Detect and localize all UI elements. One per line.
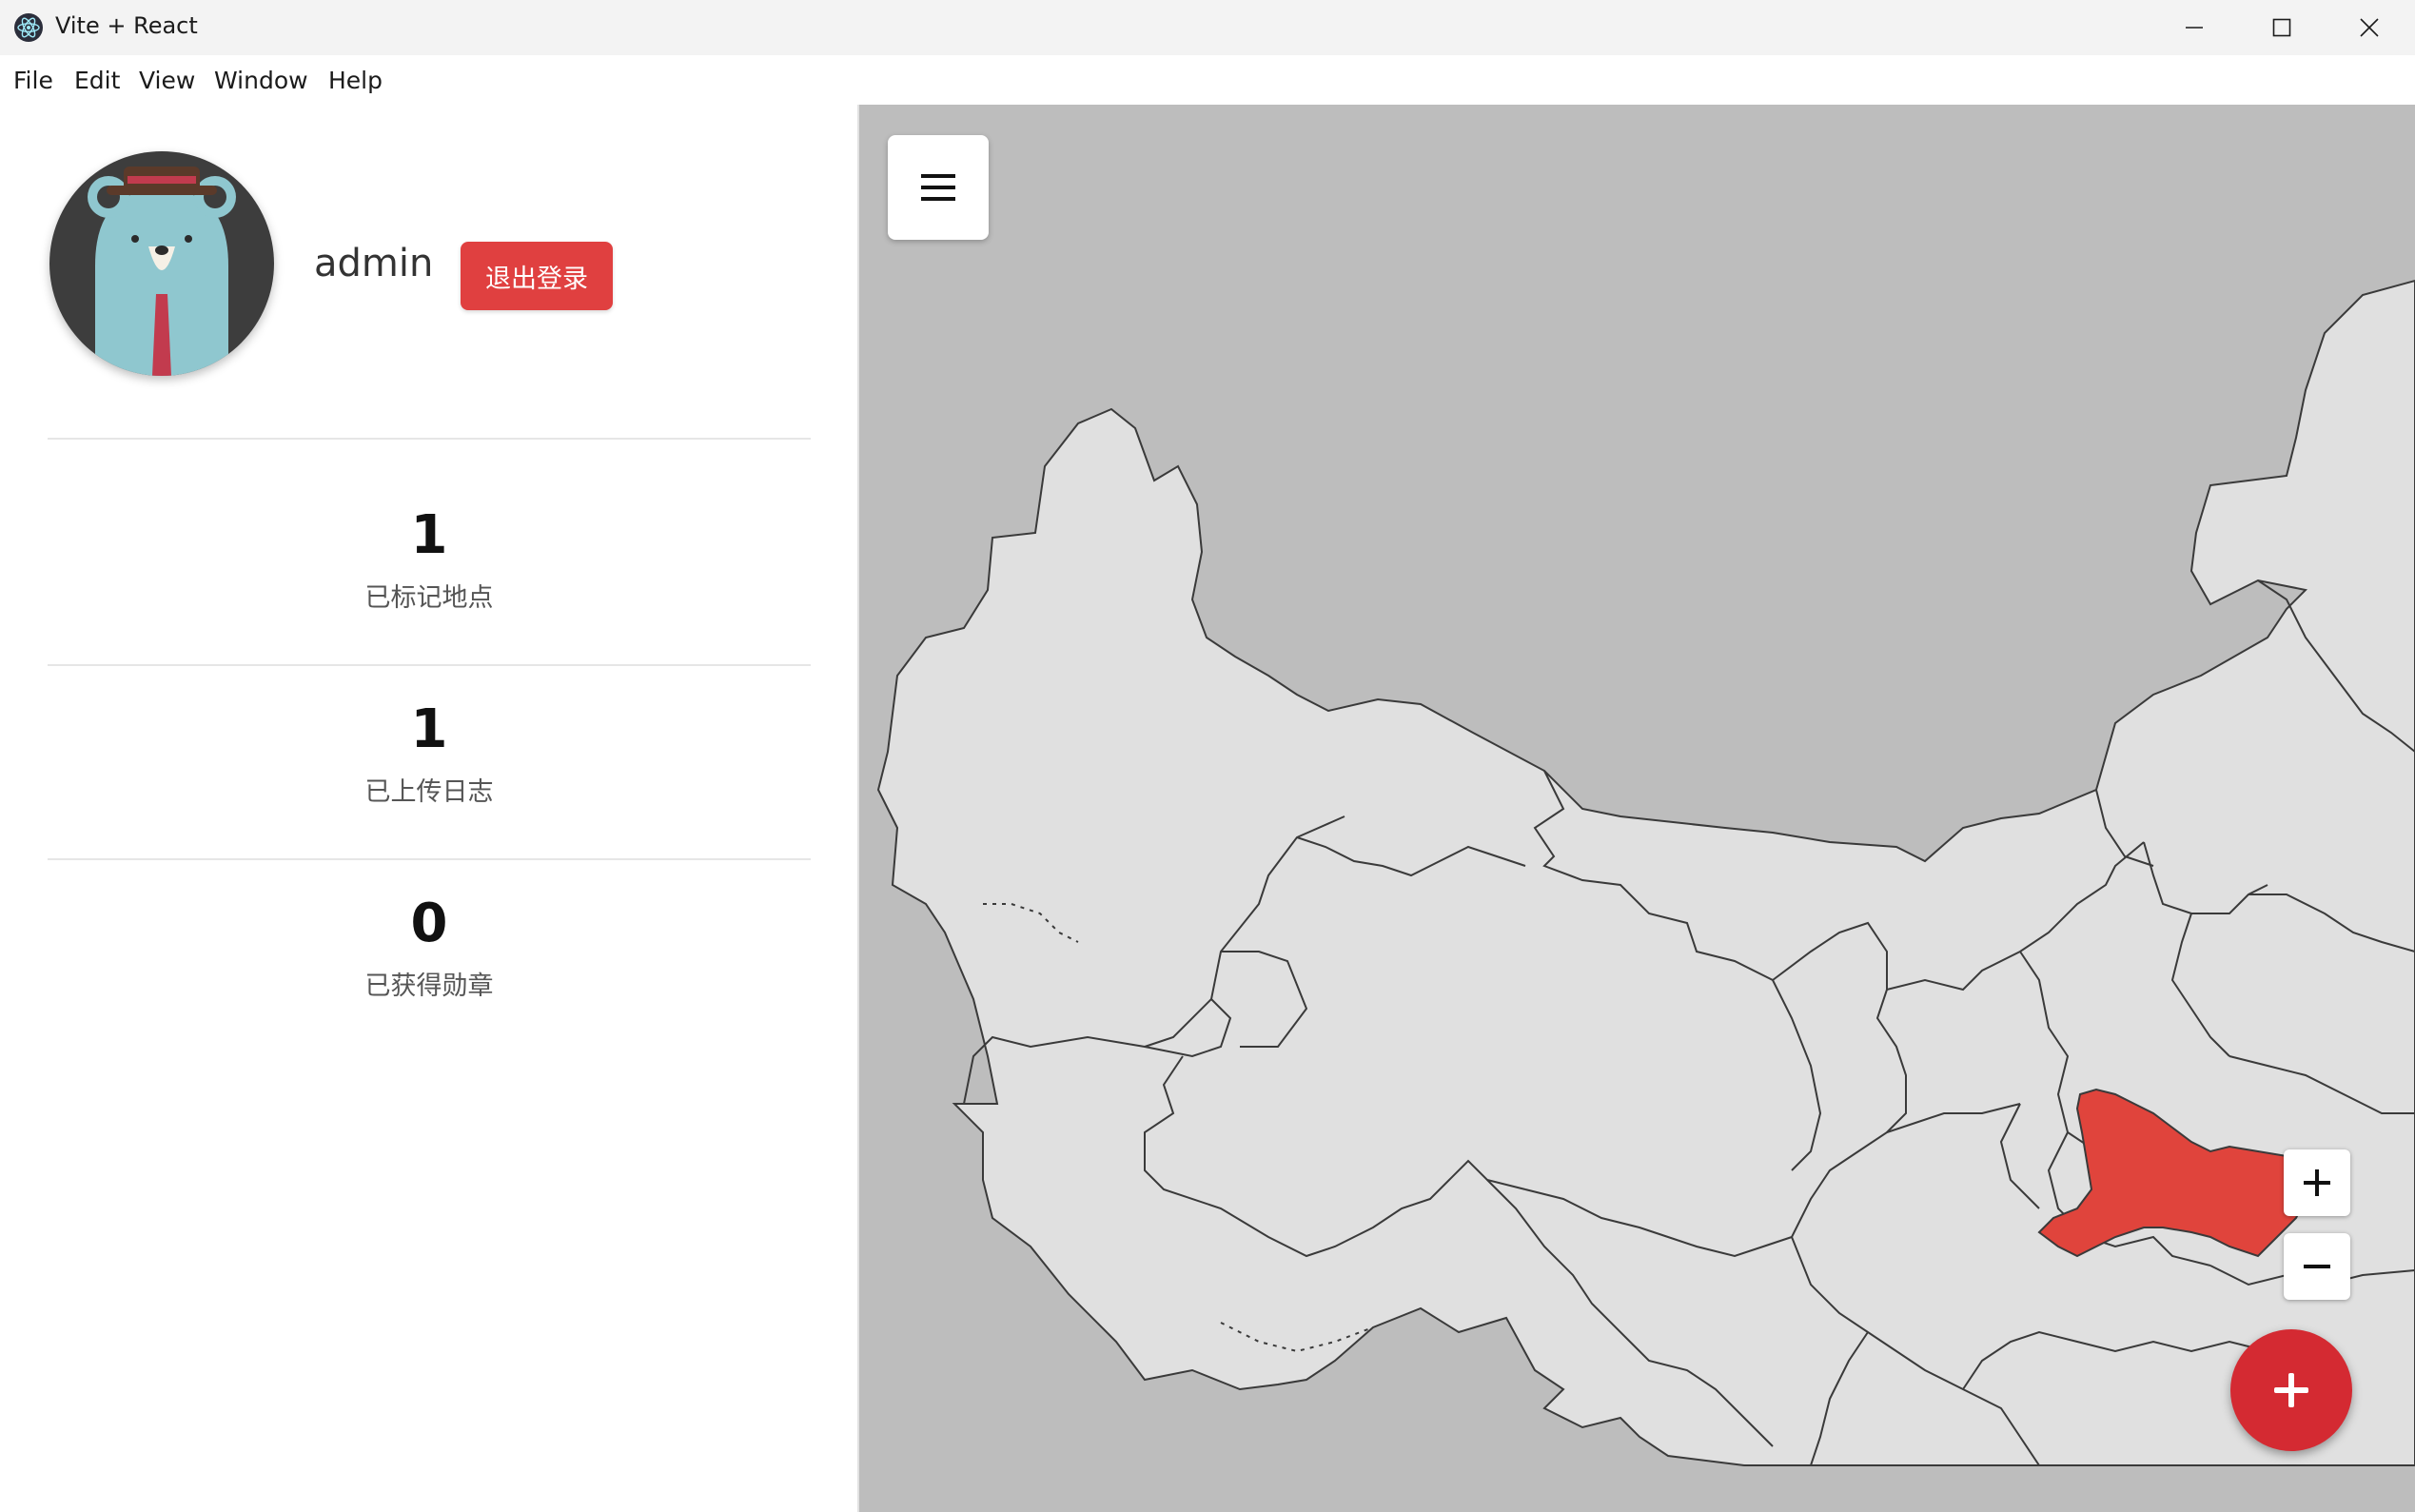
logout-button[interactable]: 退出登录 — [461, 242, 613, 310]
stat-badges: 0 已获得勋章 — [48, 893, 811, 1002]
menu-file[interactable]: File — [13, 67, 53, 94]
minimize-icon — [2186, 27, 2203, 29]
app-window: Vite + React File Edit View Window Help — [0, 0, 2415, 1512]
stat-label: 已上传日志 — [364, 777, 494, 807]
map-menu-toggle[interactable] — [888, 135, 989, 240]
stat-marked-places: 1 已标记地点 — [48, 504, 811, 614]
title-bar: Vite + React — [0, 0, 2415, 56]
menu-bar: File Edit View Window Help — [0, 55, 2415, 105]
maximize-icon — [2272, 18, 2291, 37]
divider — [48, 858, 811, 860]
stat-value: 0 — [410, 893, 448, 954]
close-icon — [2360, 18, 2379, 37]
electron-app-icon — [14, 13, 43, 42]
window-title: Vite + React — [55, 12, 198, 39]
add-place-button[interactable] — [2230, 1329, 2352, 1451]
bear-avatar-image — [49, 151, 274, 376]
avatar[interactable] — [49, 151, 274, 376]
menu-help[interactable]: Help — [328, 67, 383, 94]
divider — [48, 438, 811, 440]
zoom-out-button[interactable] — [2284, 1233, 2350, 1300]
close-button[interactable] — [2326, 0, 2413, 55]
maximize-button[interactable] — [2238, 0, 2326, 55]
menu-view[interactable]: View — [139, 67, 195, 94]
plus-icon — [2304, 1169, 2330, 1196]
china-landmass[interactable] — [876, 279, 2415, 1466]
sidebar: admin 退出登录 1 已标记地点 1 已上传日志 0 已获得勋章 — [0, 105, 859, 1512]
stat-value: 1 — [410, 504, 448, 566]
menu-edit[interactable]: Edit — [74, 67, 120, 94]
stat-label: 已获得勋章 — [364, 972, 494, 1001]
minimize-button[interactable] — [2150, 0, 2238, 55]
menu-window[interactable]: Window — [214, 67, 308, 94]
divider — [48, 664, 811, 666]
username: admin — [314, 242, 434, 285]
hamburger-icon — [921, 174, 955, 201]
minus-icon — [2304, 1265, 2330, 1268]
map-view[interactable] — [859, 105, 2415, 1512]
stat-value: 1 — [410, 698, 448, 760]
china-province-map[interactable] — [859, 105, 2415, 1512]
plus-icon — [2274, 1373, 2308, 1407]
stat-uploaded-logs: 1 已上传日志 — [48, 698, 811, 808]
zoom-in-button[interactable] — [2284, 1149, 2350, 1216]
stat-label: 已标记地点 — [364, 583, 494, 613]
